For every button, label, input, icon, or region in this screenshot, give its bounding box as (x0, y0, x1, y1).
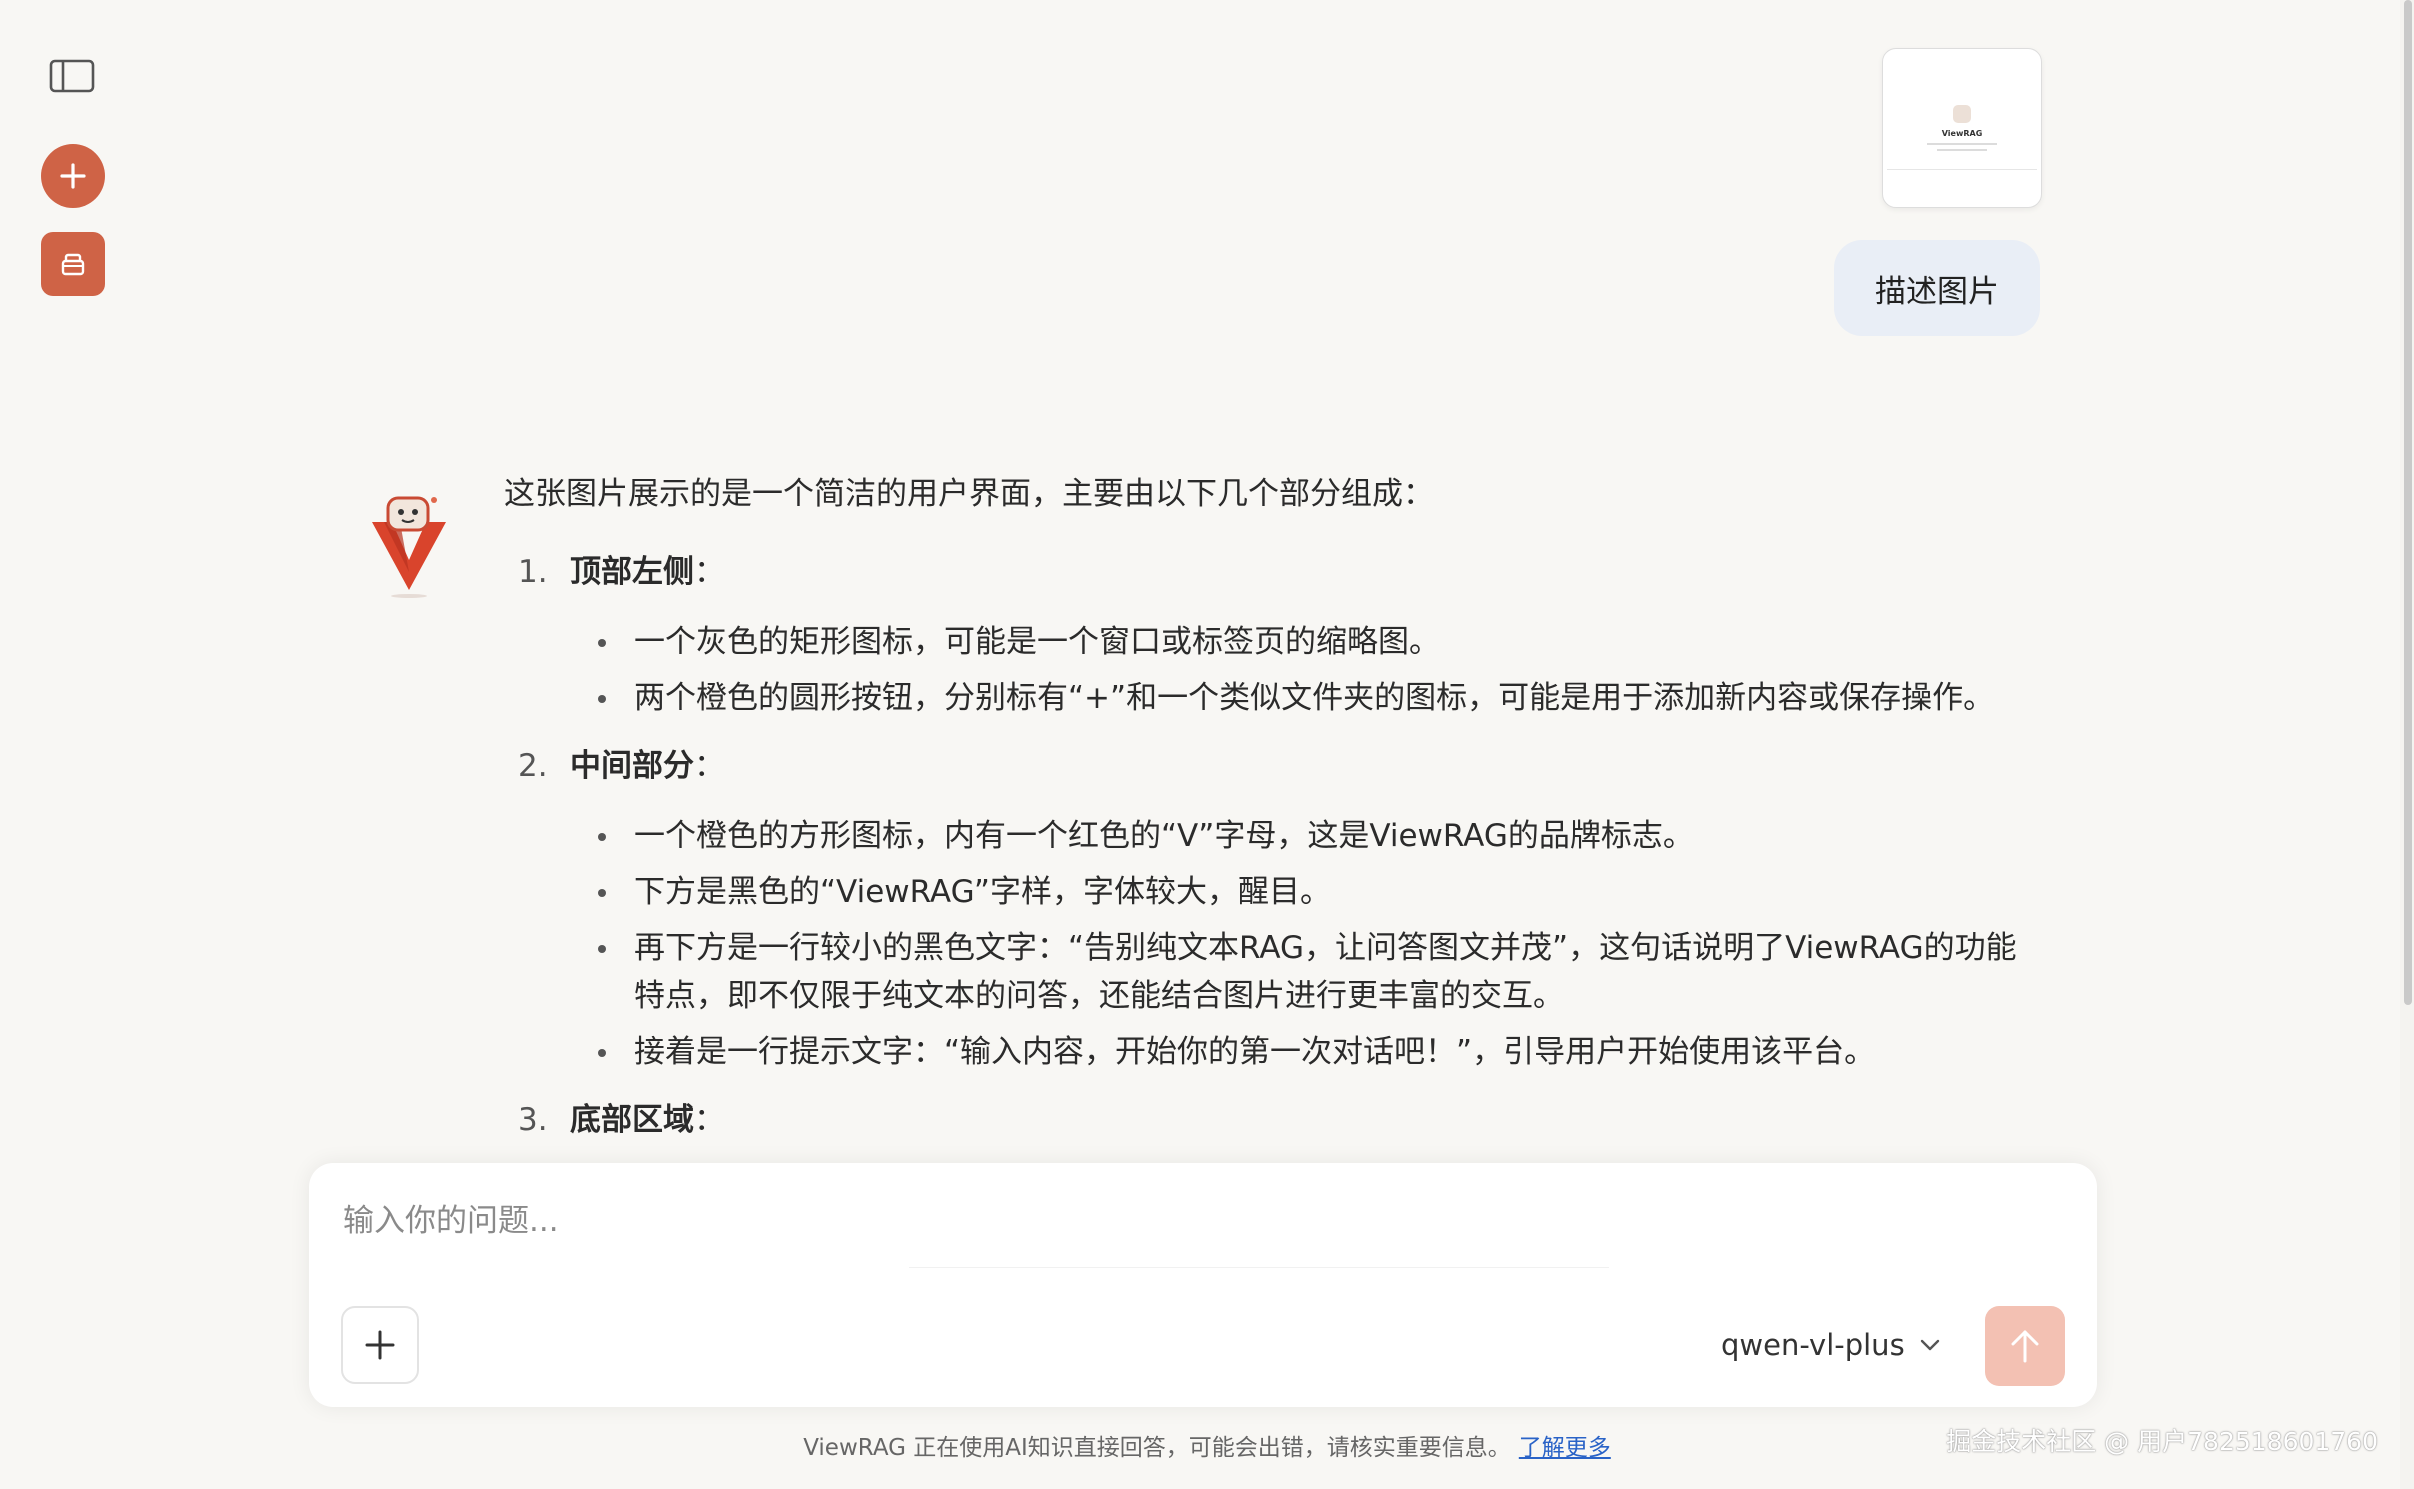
mini-title: ViewRAG (1941, 129, 1983, 138)
bullet-item: 再下方是一行较小的黑色文字：“告别纯文本RAG，让问答图文并茂”，这句话说明了V… (570, 924, 2044, 1020)
mini-text-line (1937, 149, 1987, 151)
model-name: qwen-vl-plus (1721, 1328, 1905, 1362)
section-bullets: 一个橙色的方形图标，内有一个红色的“V”字母，这是ViewRAG的品牌标志。 下… (570, 812, 2044, 1076)
section-number: 1. (518, 554, 548, 590)
bullet-item: 一个橙色的方形图标，内有一个红色的“V”字母，这是ViewRAG的品牌标志。 (570, 812, 2044, 860)
arrow-up-icon (2011, 1330, 2039, 1363)
attached-image-thumbnail[interactable]: ViewRAG (1882, 48, 2042, 208)
scrollbar-thumb[interactable] (2404, 0, 2412, 1005)
watermark: 掘金技术社区 @ 用户782518601760 (1946, 1427, 2378, 1456)
composer: qwen-vl-plus (309, 1163, 2097, 1407)
scrollbar[interactable] (2400, 0, 2414, 1489)
new-chat-button[interactable] (41, 144, 105, 208)
viewrag-logo-icon (372, 496, 446, 598)
section-bullets: 一个灰色的矩形图标，可能是一个窗口或标签页的缩略图。 两个橙色的圆形按钮，分别标… (570, 618, 2044, 722)
section-title-text: 底部区域 (570, 1102, 694, 1138)
plus-icon (365, 1330, 395, 1360)
bullet-item: 接着是一行提示文字：“输入内容，开始你的第一次对话吧！”，引导用户开始使用该平台… (570, 1028, 2044, 1076)
bullet-item: 两个橙色的圆形按钮，分别标有“+”和一个类似文件夹的图标，可能是用于添加新内容或… (570, 674, 2044, 722)
library-button[interactable] (41, 232, 105, 296)
attach-button[interactable] (341, 1306, 419, 1384)
section-title-text: 顶部左侧 (570, 554, 694, 590)
section-title: 中间部分： (570, 742, 2044, 790)
question-input[interactable] (341, 1189, 1945, 1253)
answer-section: 3. 底部区域： (504, 1096, 2044, 1144)
bullet-item: 下方是黑色的“ViewRAG”字样，字体较大，醒目。 (570, 868, 2044, 916)
sidebar-toggle-icon (49, 59, 95, 93)
section-title-colon: ： (694, 554, 725, 590)
footer-note-text: ViewRAG 正在使用AI知识直接回答，可能会出错，请核实重要信息。 (803, 1435, 1511, 1461)
section-number: 3. (518, 1102, 548, 1138)
section-title-text: 中间部分 (570, 748, 694, 784)
folder-icon (61, 253, 85, 276)
plus-icon (60, 163, 86, 189)
answer-intro: 这张图片展示的是一个简洁的用户界面，主要由以下几个部分组成： (504, 476, 1434, 512)
assistant-message: 这张图片展示的是一个简洁的用户界面，主要由以下几个部分组成： 1. 顶部左侧： … (504, 470, 2044, 1160)
assistant-avatar (364, 490, 454, 600)
learn-more-link[interactable]: 了解更多 (1519, 1435, 1611, 1461)
mini-logo (1953, 105, 1971, 123)
section-title-colon: ： (694, 748, 725, 784)
bullet-item: 一个灰色的矩形图标，可能是一个窗口或标签页的缩略图。 (570, 618, 2044, 666)
mini-input-area (1887, 169, 2037, 200)
sidebar-toggle-button[interactable] (48, 56, 96, 96)
answer-sections: 1. 顶部左侧： 一个灰色的矩形图标，可能是一个窗口或标签页的缩略图。 两个橙色… (504, 548, 2044, 1144)
user-message-bubble: 描述图片 (1834, 240, 2040, 336)
send-button[interactable] (1985, 1306, 2065, 1386)
section-title: 顶部左侧： (570, 548, 2044, 596)
model-select[interactable]: qwen-vl-plus (1721, 1317, 1941, 1373)
answer-section: 1. 顶部左侧： 一个灰色的矩形图标，可能是一个窗口或标签页的缩略图。 两个橙色… (504, 548, 2044, 722)
chevron-down-icon (1920, 1339, 1939, 1351)
section-number: 2. (518, 748, 548, 784)
section-title: 底部区域： (570, 1096, 2044, 1144)
composer-divider (909, 1267, 1609, 1268)
mini-text-line (1927, 143, 1997, 145)
section-title-colon: ： (694, 1102, 725, 1138)
answer-section: 2. 中间部分： 一个橙色的方形图标，内有一个红色的“V”字母，这是ViewRA… (504, 742, 2044, 1076)
